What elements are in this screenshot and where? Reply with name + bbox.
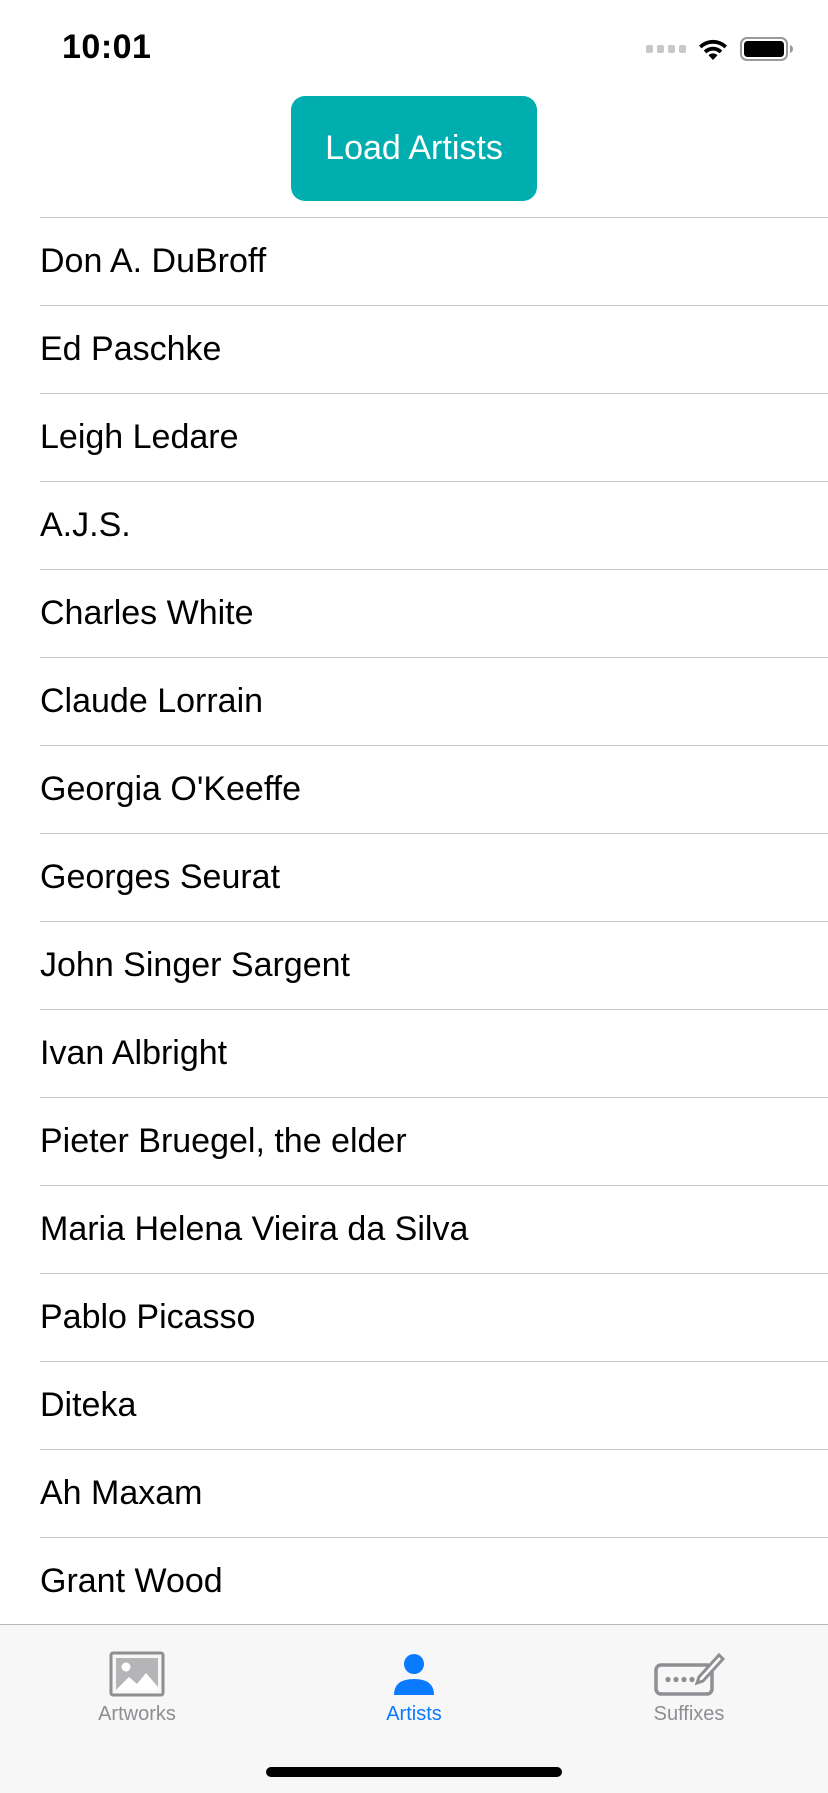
list-item[interactable]: Claude Lorrain <box>40 658 828 746</box>
list-item[interactable]: Maria Helena Vieira da Silva <box>40 1186 828 1274</box>
list-item[interactable]: Charles White <box>40 570 828 658</box>
list-item[interactable]: Leigh Ledare <box>40 394 828 482</box>
list-item[interactable]: Georges Seurat <box>40 834 828 922</box>
list-item[interactable]: A.J.S. <box>40 482 828 570</box>
list-item[interactable]: Grant Wood <box>40 1538 828 1626</box>
artist-list[interactable]: Don A. DuBroff Ed Paschke Leigh Ledare A… <box>0 217 828 1626</box>
list-item[interactable]: Georgia O'Keeffe <box>40 746 828 834</box>
list-item[interactable]: Ivan Albright <box>40 1010 828 1098</box>
list-item[interactable]: Ed Paschke <box>40 306 828 394</box>
tab-artists[interactable]: Artists <box>314 1639 514 1739</box>
tab-artworks-label: Artworks <box>98 1703 176 1725</box>
tab-suffixes-label: Suffixes <box>653 1703 725 1725</box>
tab-bar: Artworks Artists Suffixes <box>0 1624 828 1793</box>
load-artists-button[interactable]: Load Artists <box>291 96 537 201</box>
list-item[interactable]: Don A. DuBroff <box>40 218 828 306</box>
home-indicator[interactable] <box>266 1767 562 1777</box>
keyboard-edit-icon <box>653 1639 725 1697</box>
status-bar: 10:01 <box>0 0 828 96</box>
list-item[interactable]: Diteka <box>40 1362 828 1450</box>
tab-suffixes[interactable]: Suffixes <box>589 1639 789 1739</box>
battery-icon <box>740 36 794 62</box>
list-item[interactable]: Pieter Bruegel, the elder <box>40 1098 828 1186</box>
cellular-signal-icon <box>646 45 686 53</box>
status-icons <box>646 36 794 62</box>
list-item[interactable]: Pablo Picasso <box>40 1274 828 1362</box>
list-item[interactable]: John Singer Sargent <box>40 922 828 1010</box>
status-time: 10:01 <box>62 28 152 66</box>
tab-artists-label: Artists <box>386 1703 442 1725</box>
person-icon <box>392 1639 436 1697</box>
photo-icon <box>109 1639 165 1697</box>
wifi-icon <box>696 36 730 62</box>
list-item[interactable]: Ah Maxam <box>40 1450 828 1538</box>
tab-artworks[interactable]: Artworks <box>37 1639 237 1739</box>
